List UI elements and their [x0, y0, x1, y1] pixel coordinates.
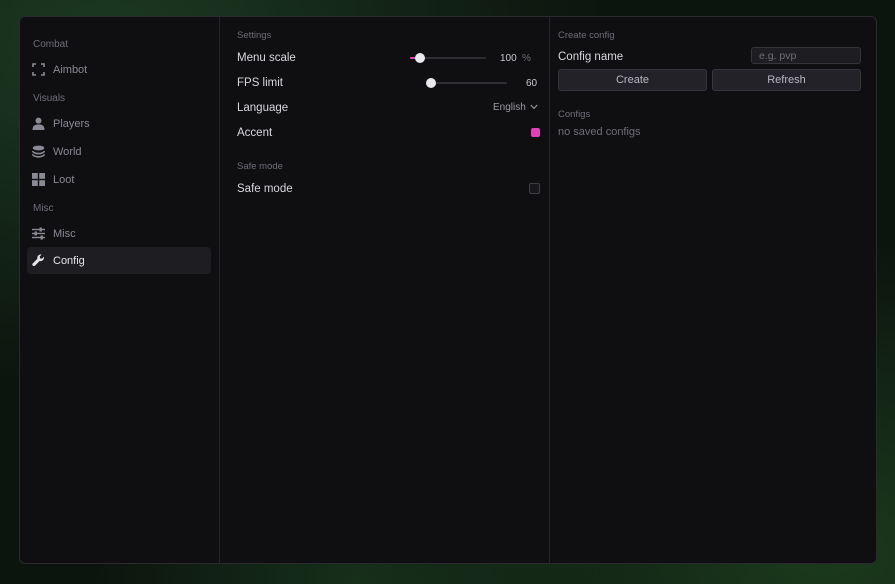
sidebar-item-misc[interactable]: Misc [27, 220, 211, 247]
slider-thumb[interactable] [414, 53, 425, 63]
sidebar-item-label: Loot [53, 173, 75, 186]
slider-track [431, 82, 507, 84]
fps-limit-value: 60 [526, 78, 538, 89]
menu-window: Combat Aimbot Visuals Players World Loot… [19, 16, 877, 564]
refresh-button[interactable]: Refresh [712, 69, 861, 91]
configs-empty-text: no saved configs [558, 126, 641, 138]
safe-mode-label: Safe mode [237, 183, 293, 195]
config-name-input[interactable] [751, 47, 861, 64]
language-dropdown[interactable]: English [493, 102, 538, 113]
menu-scale-value: 100 [500, 53, 517, 64]
settings-panel: Settings Menu scale 100 % FPS limit 60 L… [220, 17, 550, 563]
sidebar-section-combat: Combat [33, 39, 69, 50]
language-value: English [493, 102, 526, 113]
create-button[interactable]: Create [558, 69, 707, 91]
create-config-group-label: Create config [558, 30, 615, 41]
grid-icon [31, 173, 45, 187]
sidebar-item-players[interactable]: Players [27, 110, 211, 137]
sliders-icon [31, 227, 45, 241]
safe-mode-group-label: Safe mode [237, 161, 283, 172]
language-label: Language [237, 102, 289, 114]
sidebar-item-label: Misc [53, 227, 76, 240]
layers-icon [31, 145, 45, 159]
chevron-down-icon [530, 102, 538, 113]
sidebar-item-label: Players [53, 117, 90, 130]
wrench-icon [31, 254, 45, 268]
safe-mode-checkbox[interactable] [529, 183, 540, 194]
sidebar-item-label: World [53, 145, 82, 158]
accent-label: Accent [237, 127, 273, 139]
sidebar-section-misc: Misc [33, 203, 54, 214]
fps-limit-label: FPS limit [237, 77, 283, 89]
menu-scale-unit: % [522, 53, 531, 64]
accent-color-swatch[interactable] [531, 128, 540, 137]
config-name-label: Config name [558, 51, 624, 63]
person-icon [31, 117, 45, 131]
sidebar-item-world[interactable]: World [27, 138, 211, 165]
sidebar-item-aimbot[interactable]: Aimbot [27, 56, 211, 83]
menu-scale-label: Menu scale [237, 52, 296, 64]
config-panel: Create config Config name Create Refresh… [550, 17, 876, 563]
sidebar-item-label: Config [53, 254, 85, 267]
crosshair-frame-icon [31, 63, 45, 77]
slider-thumb[interactable] [426, 78, 436, 88]
sidebar-item-label: Aimbot [53, 63, 88, 76]
configs-group-label: Configs [558, 109, 591, 120]
sidebar-item-loot[interactable]: Loot [27, 166, 211, 193]
sidebar-item-config[interactable]: Config [27, 247, 211, 274]
menu-scale-slider[interactable] [410, 52, 486, 64]
sidebar: Combat Aimbot Visuals Players World Loot… [20, 17, 220, 563]
settings-group-label: Settings [237, 30, 272, 41]
sidebar-section-visuals: Visuals [33, 93, 66, 104]
fps-limit-slider[interactable] [426, 77, 507, 89]
